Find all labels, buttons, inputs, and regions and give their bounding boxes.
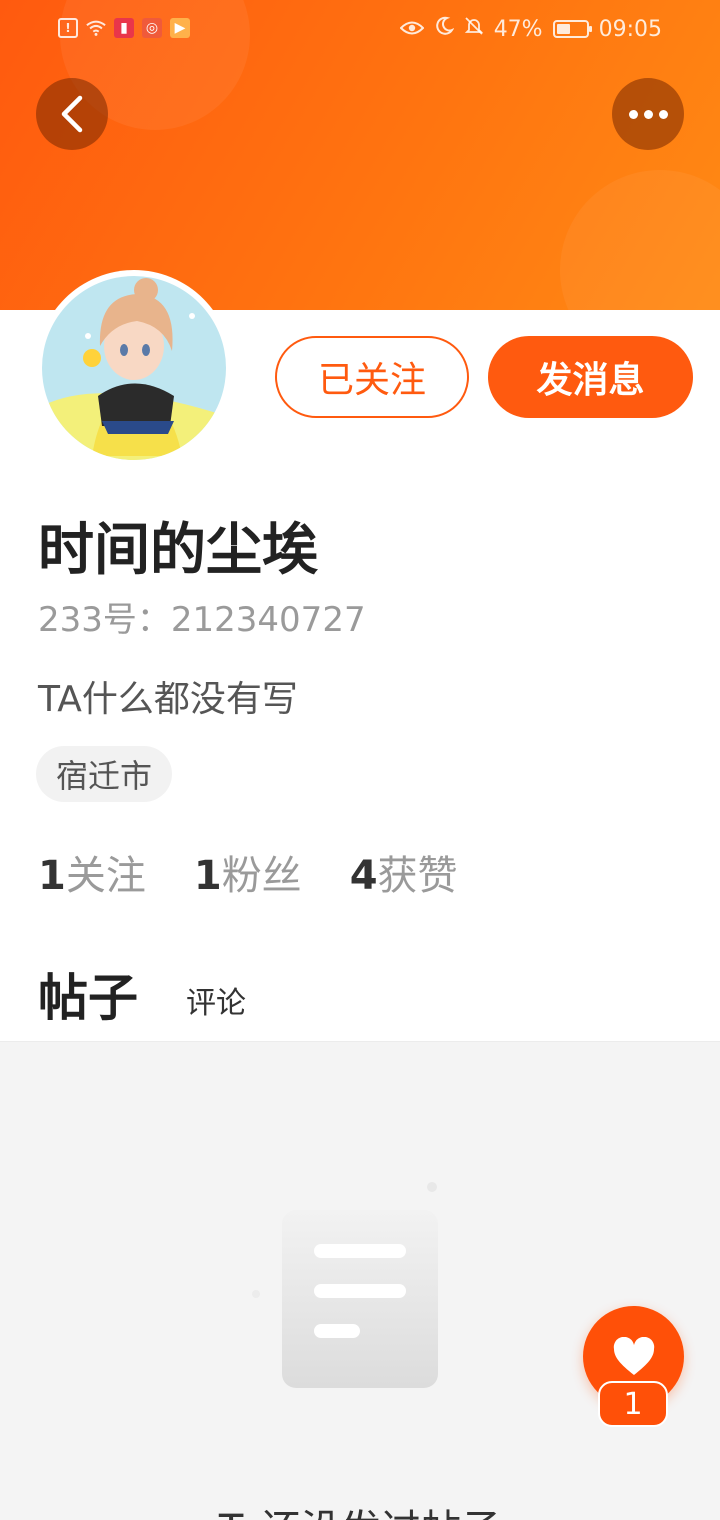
tab-comments[interactable]: 评论 xyxy=(186,978,246,1030)
stat-following[interactable]: 1关注 xyxy=(38,843,146,901)
book-app-icon: ▮ xyxy=(114,18,134,38)
stat-following-count: 1 xyxy=(38,853,66,899)
posts-content-area[interactable]: Ta还没发过帖子 xyxy=(0,1041,720,1520)
stat-followers-label: 粉丝 xyxy=(221,853,302,899)
profile-tabs: 帖子 评论 xyxy=(38,958,246,1054)
battery-percent: 47% xyxy=(493,16,543,42)
wifi-icon xyxy=(86,18,106,38)
chevron-left-icon xyxy=(61,95,83,133)
avatar-illustration xyxy=(42,276,226,460)
user-name: 时间的尘埃 xyxy=(38,518,318,583)
user-bio: TA什么都没有写 xyxy=(38,679,298,720)
tab-posts[interactable]: 帖子 xyxy=(38,958,138,1054)
like-count-badge: 1 xyxy=(598,1381,668,1427)
more-dots-icon xyxy=(628,109,668,119)
avatar[interactable] xyxy=(36,270,232,466)
eye-icon xyxy=(399,17,425,42)
stat-likes-label: 获赞 xyxy=(377,853,458,899)
status-bar: ! ▮ ◎ ▶ 47% 09:05 xyxy=(0,0,720,60)
user-id: 233号：212340727 xyxy=(38,600,366,640)
moon-icon xyxy=(434,16,455,42)
followed-button[interactable]: 已关注 xyxy=(275,336,469,418)
stat-followers[interactable]: 1粉丝 xyxy=(194,843,302,901)
stat-likes-count: 4 xyxy=(349,853,378,899)
send-message-button[interactable]: 发消息 xyxy=(488,336,693,418)
clock: 09:05 xyxy=(598,16,662,42)
notification-alert-icon: ! xyxy=(58,18,78,38)
stat-likes[interactable]: 4获赞 xyxy=(350,843,458,901)
heart-icon xyxy=(613,1336,654,1375)
empty-document-icon xyxy=(240,1172,480,1406)
tab-posts-label: 帖子 xyxy=(38,969,138,1027)
back-button[interactable] xyxy=(36,78,108,150)
more-button[interactable] xyxy=(612,78,684,150)
empty-state-text: Ta还没发过帖子 xyxy=(0,1497,720,1520)
bell-off-icon xyxy=(464,16,484,42)
battery-icon xyxy=(552,20,592,38)
location-tag: 宿迁市 xyxy=(36,746,173,802)
profile-stats: 1关注 1粉丝 4获赞 xyxy=(38,843,458,901)
play-app-icon: ▶ xyxy=(170,18,190,38)
stat-followers-count: 1 xyxy=(193,853,222,899)
app-icon: ◎ xyxy=(142,18,162,38)
stat-following-label: 关注 xyxy=(65,853,146,899)
